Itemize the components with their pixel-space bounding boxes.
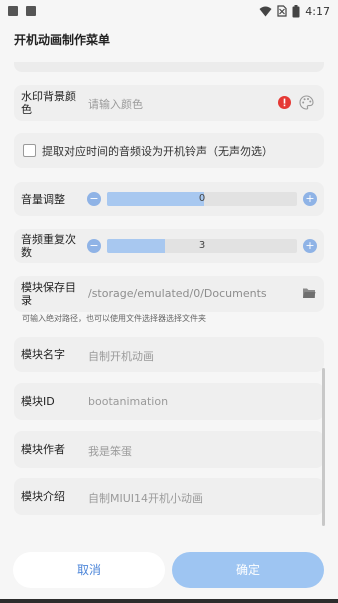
watermark-color-label: 水印背景颜色 xyxy=(21,90,76,116)
status-bar: 4:17 xyxy=(0,0,338,22)
error-icon xyxy=(278,96,291,109)
status-icons: 4:17 xyxy=(259,3,330,19)
ringtone-checkbox-label: 提取对应时间的音频设为开机铃声（无声勿选） xyxy=(42,145,273,158)
volume-value: 0 xyxy=(198,193,206,204)
volume-increase-button[interactable]: + xyxy=(303,192,317,206)
module-author-field[interactable]: 模块作者 我是笨蛋 xyxy=(14,431,324,468)
watermark-color-field[interactable]: 水印背景颜色 请输入颜色 xyxy=(14,85,324,121)
notification-icon xyxy=(26,6,36,16)
save-dir-label: 模块保存目录 xyxy=(21,281,76,307)
palette-icon[interactable] xyxy=(299,95,314,110)
audio-repeat-decrease-button[interactable]: − xyxy=(87,239,101,253)
audio-repeat-value: 3 xyxy=(198,240,206,251)
module-desc-field[interactable]: 模块介绍 自制MIUI14开机小动画 xyxy=(14,478,324,515)
module-desc-input[interactable]: 自制MIUI14开机小动画 xyxy=(88,490,203,506)
notification-icon xyxy=(8,6,18,16)
audio-repeat-slider[interactable]: 3 xyxy=(107,239,297,253)
module-id-field[interactable]: 模块ID bootanimation xyxy=(14,383,324,420)
module-author-label: 模块作者 xyxy=(21,443,65,456)
status-time: 4:17 xyxy=(305,4,330,18)
audio-repeat-increase-button[interactable]: + xyxy=(303,239,317,253)
battery-icon xyxy=(292,4,300,17)
module-name-input[interactable]: 自制开机动画 xyxy=(88,348,154,364)
app-screen: 4:17 开机动画制作菜单 水印背景颜色 请输入颜色 提取对应时间的音频设为开机… xyxy=(0,0,338,603)
navigation-bar xyxy=(0,599,338,603)
scrollbar[interactable] xyxy=(322,368,325,526)
cancel-button[interactable]: 取消 xyxy=(13,552,165,588)
module-id-input[interactable]: bootanimation xyxy=(88,395,168,408)
volume-label: 音量调整 xyxy=(21,193,65,206)
audio-repeat-label: 音频重复次数 xyxy=(21,233,76,259)
watermark-color-input[interactable]: 请输入颜色 xyxy=(88,96,143,112)
volume-slider[interactable]: 0 xyxy=(107,192,297,206)
dialog-title: 开机动画制作菜单 xyxy=(14,33,111,47)
save-dir-field[interactable]: 模块保存目录 /storage/emulated/0/Documents xyxy=(14,276,324,312)
module-name-label: 模块名字 xyxy=(21,348,65,361)
ringtone-option[interactable]: 提取对应时间的音频设为开机铃声（无声勿选） xyxy=(14,133,324,168)
module-desc-label: 模块介绍 xyxy=(21,490,65,503)
module-name-field[interactable]: 模块名字 自制开机动画 xyxy=(14,337,324,372)
no-sim-icon xyxy=(277,5,287,17)
module-id-label: 模块ID xyxy=(21,395,55,408)
ok-button[interactable]: 确定 xyxy=(172,552,324,588)
scroll-top-edge xyxy=(14,62,324,72)
volume-row: 音量调整 − 0 + xyxy=(14,182,324,216)
save-dir-input[interactable]: /storage/emulated/0/Documents xyxy=(88,287,267,300)
module-author-input[interactable]: 我是笨蛋 xyxy=(88,443,132,459)
save-dir-hint: 可输入绝对路径，也可以使用文件选择器选择文件夹 xyxy=(22,314,206,323)
audio-repeat-row: 音频重复次数 − 3 + xyxy=(14,229,324,263)
folder-icon[interactable] xyxy=(302,287,316,299)
volume-decrease-button[interactable]: − xyxy=(87,192,101,206)
ringtone-checkbox[interactable] xyxy=(23,144,36,157)
wifi-icon xyxy=(259,6,272,16)
